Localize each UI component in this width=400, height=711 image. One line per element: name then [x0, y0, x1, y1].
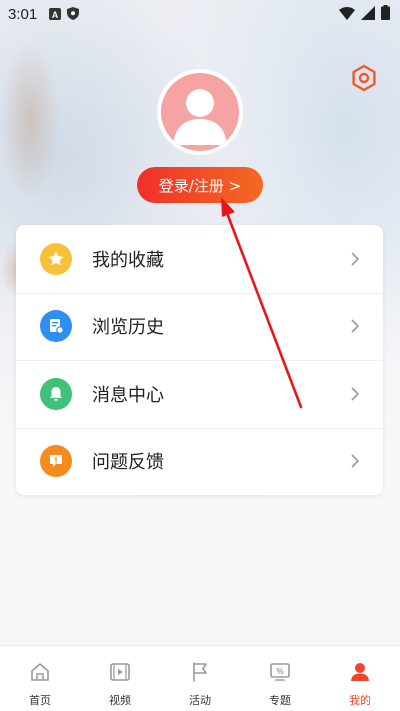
tab-activity[interactable]: 活动: [160, 646, 240, 711]
tab-label: 专题: [269, 694, 291, 707]
topic-icon: %: [268, 660, 292, 684]
settings-button[interactable]: [348, 64, 380, 96]
menu-item-feedback[interactable]: 问题反馈: [16, 427, 383, 496]
tab-profile[interactable]: 我的: [320, 646, 400, 711]
menu-item-history[interactable]: 浏览历史: [16, 292, 383, 361]
avatar[interactable]: [157, 69, 243, 155]
menu-item-label: 消息中心: [92, 384, 164, 406]
chevron-right-icon: [349, 251, 361, 267]
svg-text:A: A: [52, 10, 59, 20]
cellular-icon: [361, 5, 375, 24]
tab-label: 活动: [189, 694, 211, 707]
feedback-icon: [40, 445, 72, 478]
tab-label: 视频: [109, 694, 131, 707]
chevron-right-icon: [349, 386, 361, 402]
chevron-right-icon: [349, 318, 361, 334]
bottom-tab-bar: 首页 视频 活动 % 专题 我的: [0, 645, 400, 711]
star-icon: [40, 242, 72, 275]
tab-label: 我的: [349, 694, 371, 707]
bell-icon: [40, 377, 72, 410]
history-icon: [40, 310, 72, 343]
status-bar: 3:01 A: [0, 0, 400, 28]
menu-item-label: 问题反馈: [92, 452, 164, 474]
video-icon: [108, 660, 132, 684]
menu-item-label: 浏览历史: [92, 317, 164, 339]
tab-video[interactable]: 视频: [80, 646, 160, 711]
menu-card: 我的收藏 浏览历史 消息中心 问题反馈: [16, 225, 383, 495]
menu-item-label: 我的收藏: [92, 249, 164, 271]
default-user-icon: [173, 89, 227, 145]
home-icon: [28, 660, 52, 684]
notification-a-icon: A: [49, 5, 62, 24]
menu-item-messages[interactable]: 消息中心: [16, 360, 383, 428]
menu-item-favorites[interactable]: 我的收藏: [16, 225, 383, 293]
wifi-icon: [339, 5, 355, 24]
tab-topics[interactable]: % 专题: [240, 646, 320, 711]
flag-icon: [188, 660, 212, 684]
profile-icon: [348, 660, 372, 684]
chevron-right-icon: [349, 453, 361, 469]
gear-icon: [350, 64, 378, 96]
battery-icon: [381, 4, 390, 24]
tab-label: 首页: [29, 694, 51, 707]
login-register-button[interactable]: 登录/注册 >: [137, 167, 263, 203]
status-time: 3:01: [8, 5, 38, 23]
svg-text:%: %: [276, 667, 283, 676]
tab-home[interactable]: 首页: [0, 646, 80, 711]
shield-icon: [67, 5, 80, 24]
